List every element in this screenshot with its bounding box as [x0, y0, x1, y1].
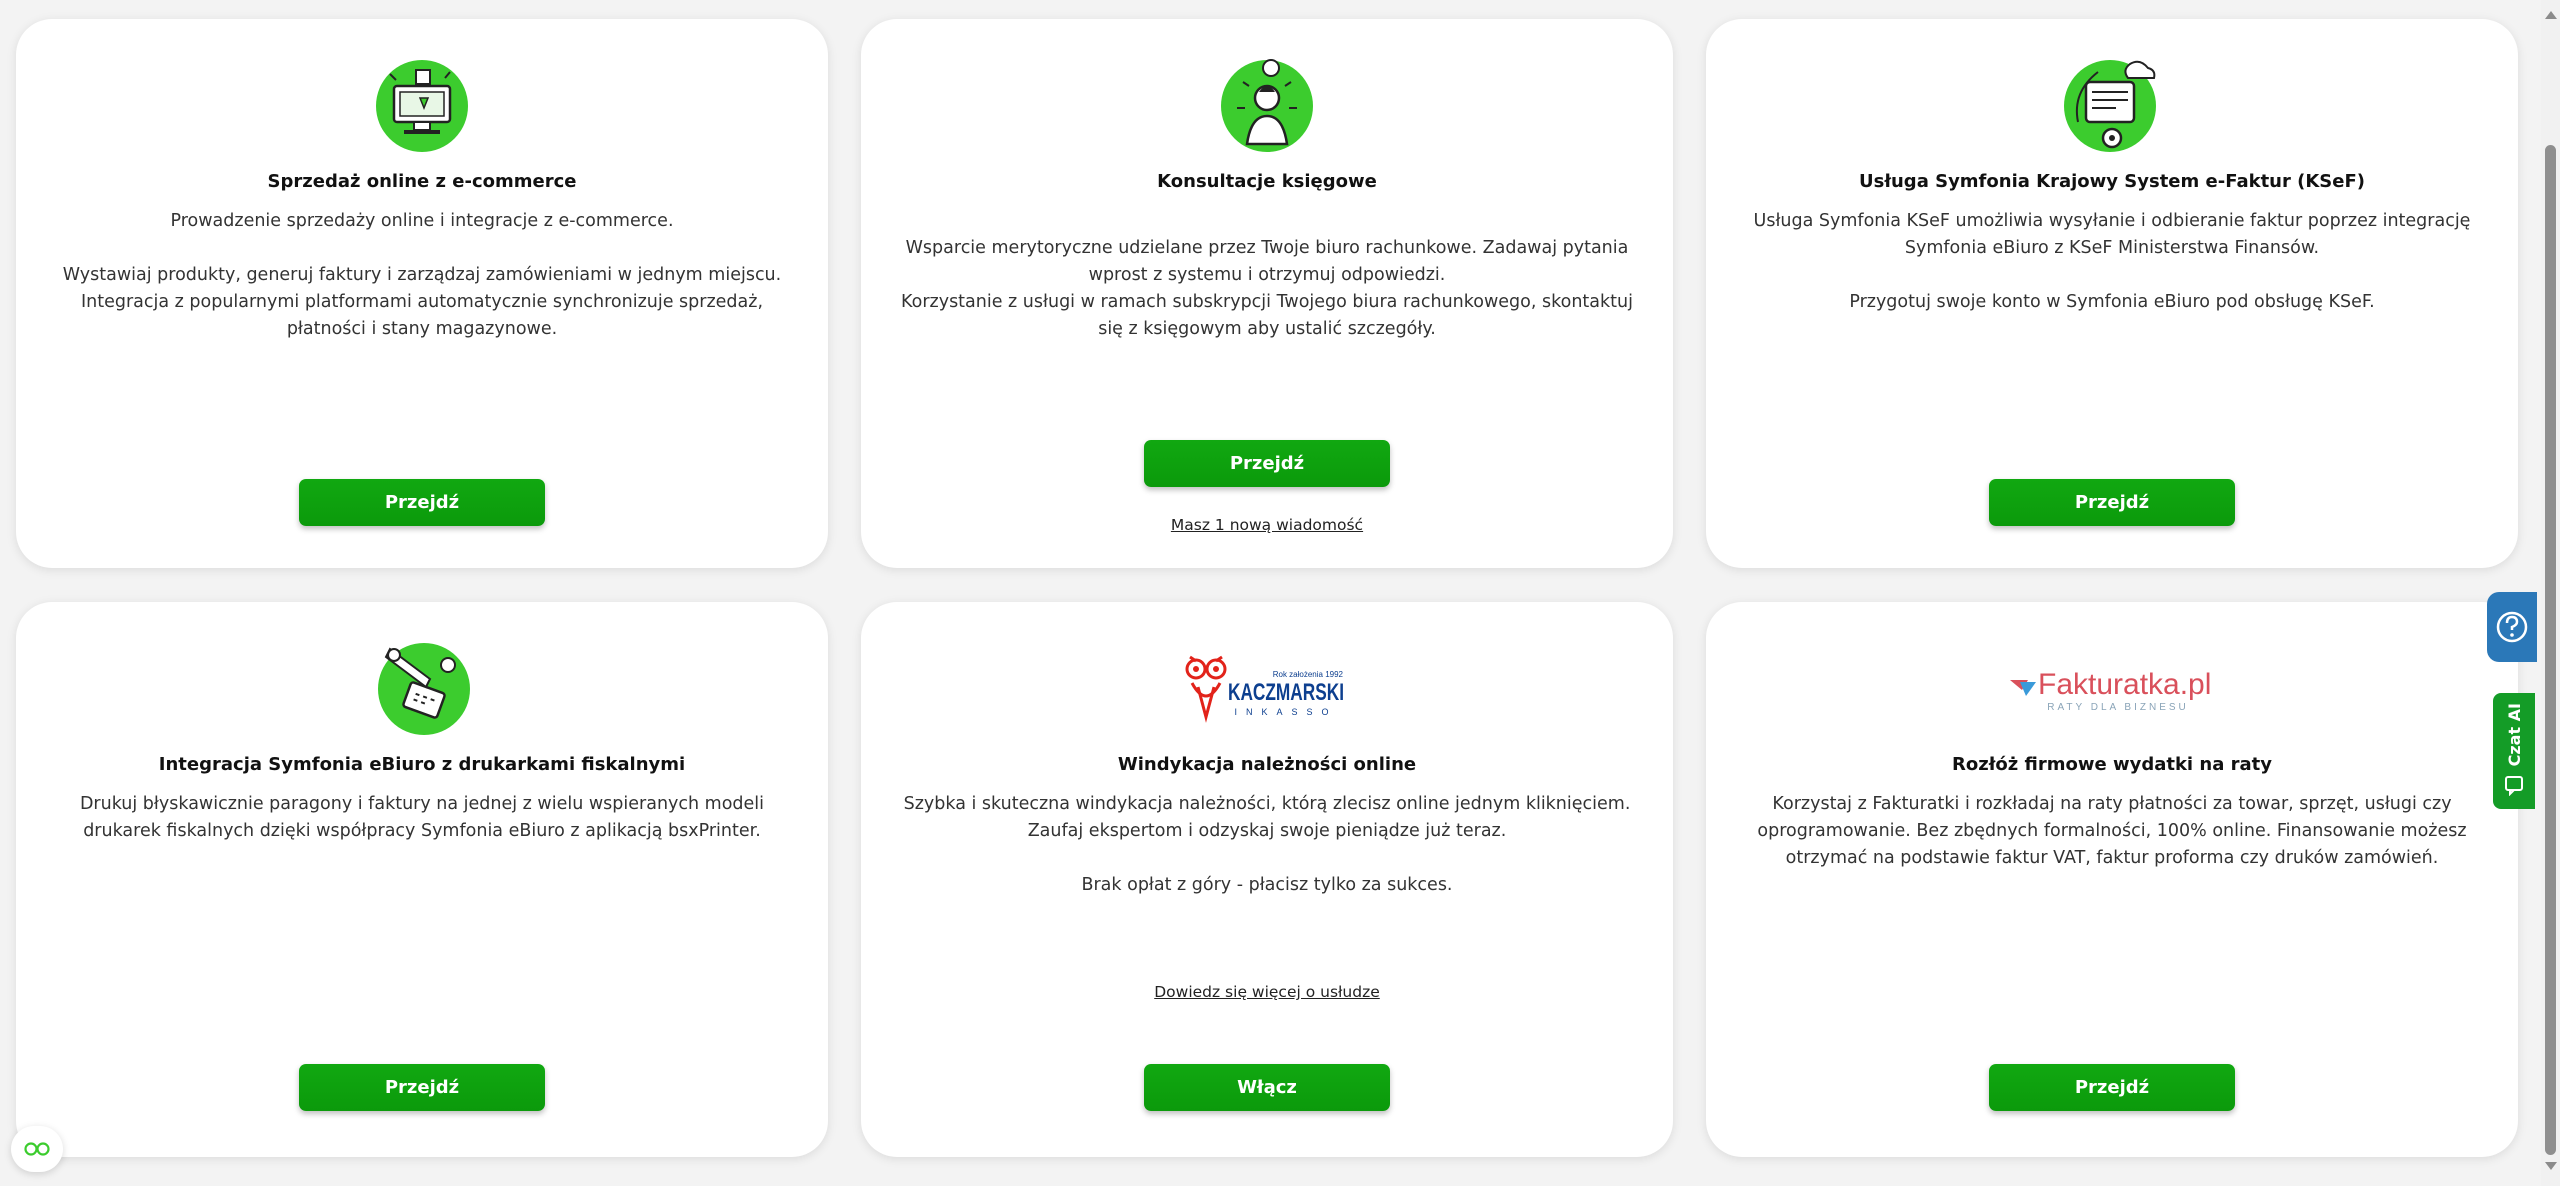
ksef-icon — [2057, 49, 2167, 159]
learn-more-link[interactable]: Dowiedz się więcej o usłudze — [861, 983, 1673, 1001]
logo-sub: RATY DLA BIZNESU — [2047, 702, 2189, 713]
card-title: Integracja Symfonia eBiuro z drukarkami … — [158, 754, 686, 775]
logo-name: Fakturatka.pl — [2038, 668, 2211, 701]
card-description: Prowadzenie sprzedaży online i integracj… — [56, 208, 788, 343]
card-fiscal-printers: Integracja Symfonia eBiuro z drukarkami … — [16, 602, 828, 1157]
logo-tag: Rok założenia 1992 — [1273, 670, 1344, 679]
card-accounting-consultations: Konsultacje księgowe Wsparcie merytorycz… — [861, 19, 1673, 568]
logo-name: KACZMARSKI — [1228, 679, 1344, 706]
card-description-line: Prowadzenie sprzedaży online i integracj… — [170, 211, 674, 231]
scrollbar[interactable] — [2541, 0, 2560, 1186]
accounting-consultation-icon — [1212, 49, 1322, 159]
new-message-link[interactable]: Masz 1 nową wiadomość — [861, 516, 1673, 534]
enable-button[interactable]: Włącz — [1144, 1064, 1390, 1111]
kaczmarski-logo: Rok założenia 1992 KACZMARSKI INKASSO — [1182, 632, 1352, 742]
card-description-line: Korzystaj z Fakturatki i rozkładaj na ra… — [1757, 794, 2467, 868]
card-description: Drukuj błyskawicznie paragony i faktury … — [56, 791, 788, 845]
card-debt-collection: Rok założenia 1992 KACZMARSKI INKASSO Wi… — [861, 602, 1673, 1157]
owl-icon — [1185, 655, 1227, 723]
card-description-line: Brak opłat z góry - płacisz tylko za suk… — [1081, 875, 1453, 895]
card-title: Sprzedaż online z e-commerce — [267, 171, 577, 192]
card-ksef: Usługa Symfonia Krajowy System e-Faktur … — [1706, 19, 2518, 568]
card-description: Korzystaj z Fakturatki i rozkładaj na ra… — [1746, 791, 2478, 872]
card-description-line: Wsparcie merytoryczne udzielane przez Tw… — [901, 238, 1633, 339]
card-description-line: Wystawiaj produkty, generuj faktury i za… — [62, 265, 782, 339]
card-description-line: Drukuj błyskawicznie paragony i faktury … — [79, 794, 765, 841]
card-description: Usługa Symfonia KSeF umożliwia wysyłanie… — [1746, 208, 2478, 316]
help-button[interactable] — [2487, 592, 2537, 662]
services-grid: Sprzedaż online z e-commerce Prowadzenie… — [16, 19, 2521, 1157]
go-button[interactable]: Przejdź — [1989, 479, 2235, 526]
scroll-up-arrow-icon[interactable] — [2545, 11, 2557, 19]
card-description-line: Przygotuj swoje konto w Symfonia eBiuro … — [1849, 292, 2375, 312]
logo-sub: INKASSO — [1234, 707, 1337, 717]
accessibility-badge[interactable] — [11, 1126, 63, 1172]
card-description: Wsparcie merytoryczne udzielane przez Tw… — [901, 208, 1633, 370]
chat-ai-tab[interactable]: Czat AI — [2493, 693, 2535, 809]
chat-ai-label: Czat AI — [2504, 703, 2524, 767]
card-description-line: Szybka i skuteczna windykacja należności… — [903, 794, 1631, 841]
go-button[interactable]: Przejdź — [1144, 440, 1390, 487]
chat-icon — [2505, 776, 2523, 797]
ecommerce-icon — [367, 49, 477, 159]
glasses-icon — [24, 1142, 50, 1156]
card-ecommerce: Sprzedaż online z e-commerce Prowadzenie… — [16, 19, 828, 568]
go-button[interactable]: Przejdź — [299, 1064, 545, 1111]
card-title: Usługa Symfonia Krajowy System e-Faktur … — [1858, 171, 2366, 192]
card-description: Szybka i skuteczna windykacja należności… — [901, 791, 1633, 899]
fakturatka-logo: Fakturatka.pl RATY DLA BIZNESU — [2002, 632, 2222, 742]
fiscal-printer-icon — [367, 632, 477, 742]
card-title: Konsultacje księgowe — [1157, 171, 1377, 192]
card-installments: Fakturatka.pl RATY DLA BIZNESU Rozłóż fi… — [1706, 602, 2518, 1157]
card-title: Windykacja należności online — [1117, 754, 1417, 775]
card-description-line: Usługa Symfonia KSeF umożliwia wysyłanie… — [1753, 211, 2471, 258]
go-button[interactable]: Przejdź — [1989, 1064, 2235, 1111]
go-button[interactable]: Przejdź — [299, 479, 545, 526]
question-icon — [2496, 611, 2528, 643]
card-title: Rozłóż firmowe wydatki na raty — [1952, 754, 2272, 775]
scroll-down-arrow-icon[interactable] — [2545, 1162, 2557, 1170]
scrollbar-thumb[interactable] — [2545, 145, 2556, 1155]
